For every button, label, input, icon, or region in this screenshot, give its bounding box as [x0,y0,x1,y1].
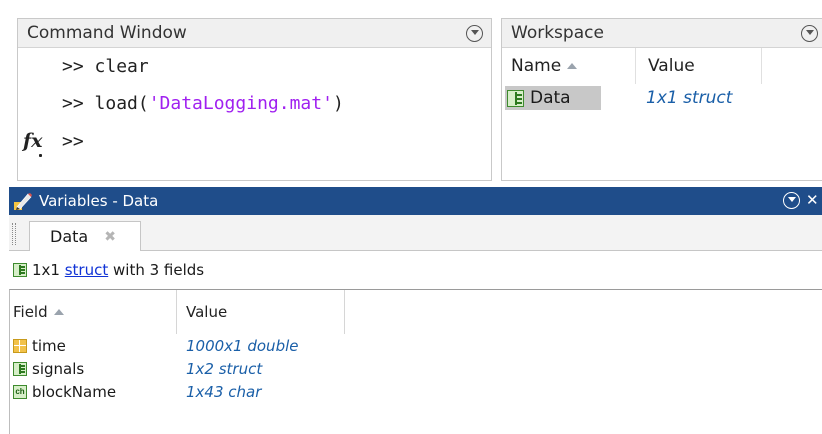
prompt: >> [62,93,95,114]
workspace-variable-value: 1x1 struct [646,88,733,108]
function-browser-icon[interactable]: fx [23,130,43,152]
command-window-panel: Command Window >> clear >> load('DataLog… [17,18,492,181]
drag-grip-icon[interactable] [12,223,16,245]
column-label: Value [186,303,228,321]
column-label: Field [13,303,48,321]
tab-data[interactable]: Data ✖ [29,221,141,251]
sort-ascending-icon [567,63,578,69]
variables-tab-bar: Data ✖ [9,215,822,251]
struct-link[interactable]: struct [65,261,109,279]
function-browser-dot [39,154,42,157]
field-name: signals [32,359,85,378]
field-value: 1x2 struct [186,359,263,378]
table-row[interactable]: time 1000x1 double [10,334,822,357]
variables-title: Variables - Data [39,192,159,210]
sort-ascending-icon [53,309,64,315]
workspace-column-headers: Name Value [502,48,822,84]
struct-summary: 1x1 struct with 3 fields [9,256,204,284]
char-icon: ch [13,384,27,399]
field-name-cell[interactable]: signals [13,357,84,380]
column-header-value[interactable]: Value [186,290,227,334]
column-divider[interactable] [176,290,177,334]
string-literal: 'DataLogging.mat' [148,93,333,114]
struct-icon [13,361,27,376]
command-window-body[interactable]: >> clear >> load('DataLogging.mat') >> f… [18,48,491,180]
variable-editor-icon [14,193,32,210]
command-text: load( [94,93,149,114]
column-divider[interactable] [635,48,636,84]
workspace-row[interactable]: Data 1x1 struct [502,84,822,112]
field-value: 1000x1 double [186,336,299,355]
command-window-title: Command Window [27,23,187,43]
tab-close-icon[interactable]: ✖ [104,229,116,245]
struct-icon [13,263,27,277]
tab-label: Data [50,227,89,246]
column-header-field[interactable]: Field [13,290,64,334]
command-line-2: >> load('DataLogging.mat') [62,93,344,114]
summary-fields: with 3 fields [108,261,205,279]
column-header-value[interactable]: Value [648,48,695,84]
top-margin [0,0,822,18]
fields-table: Field Value time 1000x1 double signals 1… [9,289,822,434]
field-name: blockName [32,382,117,401]
double-icon [13,338,27,353]
command-text: clear [94,56,149,77]
close-icon[interactable]: ✕ [806,191,819,209]
summary-size: 1x1 [32,261,65,279]
prompt: >> [62,56,95,77]
column-label: Name [511,56,562,76]
prompt: >> [62,131,84,152]
variables-title-bar: Variables - Data ✕ [9,187,822,215]
command-line-1: >> clear [62,56,149,77]
command-window-header: Command Window [18,19,491,48]
fields-table-header: Field Value [10,290,822,334]
column-divider[interactable] [761,48,762,84]
column-header-name[interactable]: Name [511,48,578,84]
panel-menu-icon[interactable] [466,24,483,42]
variable-name-text: Data [530,88,571,108]
table-row[interactable]: signals 1x2 struct [10,357,822,380]
workspace-title: Workspace [511,23,604,43]
panel-menu-icon[interactable] [783,191,800,209]
field-name-cell[interactable]: time [13,334,66,357]
field-name: time [32,336,66,355]
workspace-variable-name[interactable]: Data [505,86,601,110]
command-line-3: >> [62,131,84,152]
workspace-panel: Workspace Name Value Data 1x1 struct [501,18,822,181]
command-text: ) [332,93,344,114]
table-row[interactable]: ch blockName 1x43 char [10,380,822,403]
column-divider[interactable] [344,290,345,334]
field-name-cell[interactable]: ch blockName [13,380,116,403]
panel-menu-icon[interactable] [801,24,818,42]
workspace-header: Workspace [502,19,822,48]
column-label: Value [648,56,695,76]
struct-icon [507,89,524,107]
field-value: 1x43 char [186,382,262,401]
title-bar-tools: ✕ [783,191,819,209]
